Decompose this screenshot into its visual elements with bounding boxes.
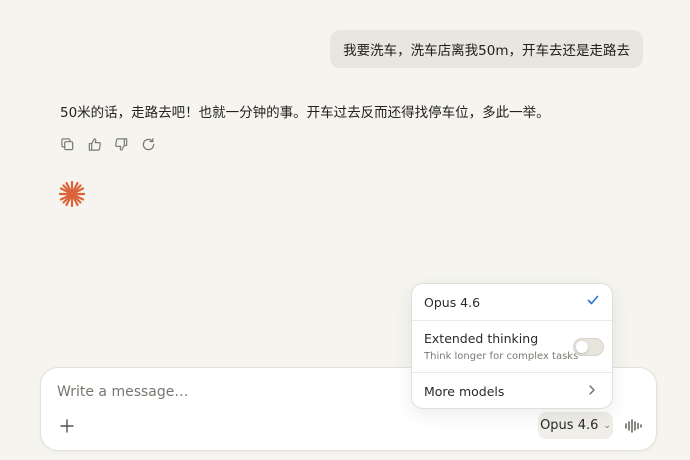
extended-thinking-label: Extended thinking [424,331,539,346]
more-models-option[interactable]: More models [412,373,612,409]
copy-icon[interactable] [58,135,76,153]
toggle-knob [576,341,588,353]
checkmark-icon [587,295,599,305]
claude-spark-icon [58,180,86,208]
user-message-text: 我要洗车，洗车店离我50m，开车去还是走路去 [343,43,630,59]
add-attachment-button[interactable] [55,414,79,438]
extended-thinking-option: Extended thinking Think longer for compl… [412,321,612,372]
chevron-down-icon: ⌄ [603,420,611,431]
chat-page: 我要洗车，洗车店离我50m，开车去还是走路去 50米的话，走路去吧！也就一分钟的… [0,0,690,460]
extended-thinking-description: Think longer for complex tasks [424,351,579,362]
more-models-label: More models [424,384,505,399]
thumbs-up-icon[interactable] [85,135,103,153]
waveform-icon [625,419,642,433]
model-option-current[interactable]: Opus 4.6 [412,284,612,320]
voice-mode-button[interactable] [621,414,645,438]
message-actions [58,135,157,153]
chevron-right-icon [589,385,595,395]
message-input[interactable] [57,384,397,400]
retry-icon[interactable] [139,135,157,153]
plus-icon [60,419,74,433]
model-selector-label: Opus 4.6 [540,418,599,433]
model-selector-button[interactable]: Opus 4.6 ⌄ [538,412,613,439]
model-option-label: Opus 4.6 [424,295,481,310]
assistant-message: 50米的话，走路去吧！也就一分钟的事。开车过去反而还得找停车位，多此一举。 [60,105,550,121]
thumbs-down-icon[interactable] [112,135,130,153]
user-message-bubble: 我要洗车，洗车店离我50m，开车去还是走路去 [330,30,643,68]
extended-thinking-toggle[interactable] [573,338,604,356]
model-menu: Opus 4.6 Extended thinking Think longer … [411,283,613,409]
